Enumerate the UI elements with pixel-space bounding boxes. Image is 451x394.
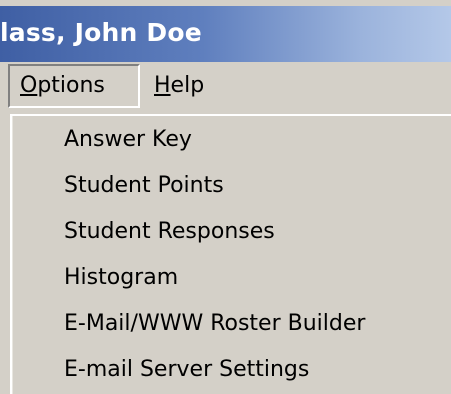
menu-options[interactable]: Options (8, 64, 140, 108)
menu-item-roster-builder[interactable]: E-Mail/WWW Roster Builder (64, 304, 365, 344)
menu-help-mnemonic: H (154, 73, 171, 98)
menu-help-label: elp (170, 73, 205, 98)
menu-item-answer-key[interactable]: Answer Key (64, 120, 192, 160)
menu-help[interactable]: Help (154, 64, 224, 108)
menu-item-student-points[interactable]: Student Points (64, 166, 224, 206)
options-dropdown-menu: Answer Key Student Points Student Respon… (10, 114, 451, 394)
menu-options-mnemonic: O (20, 73, 38, 98)
menu-item-histogram[interactable]: Histogram (64, 258, 178, 298)
menu-options-label: ptions (37, 73, 105, 98)
menu-bar: Options Help (0, 62, 451, 114)
menu-item-student-responses[interactable]: Student Responses (64, 212, 275, 252)
window-title-bar[interactable]: lass, John Doe (0, 6, 451, 62)
menu-item-email-server-settings[interactable]: E-mail Server Settings (64, 350, 309, 390)
window-title: lass, John Doe (0, 18, 202, 47)
